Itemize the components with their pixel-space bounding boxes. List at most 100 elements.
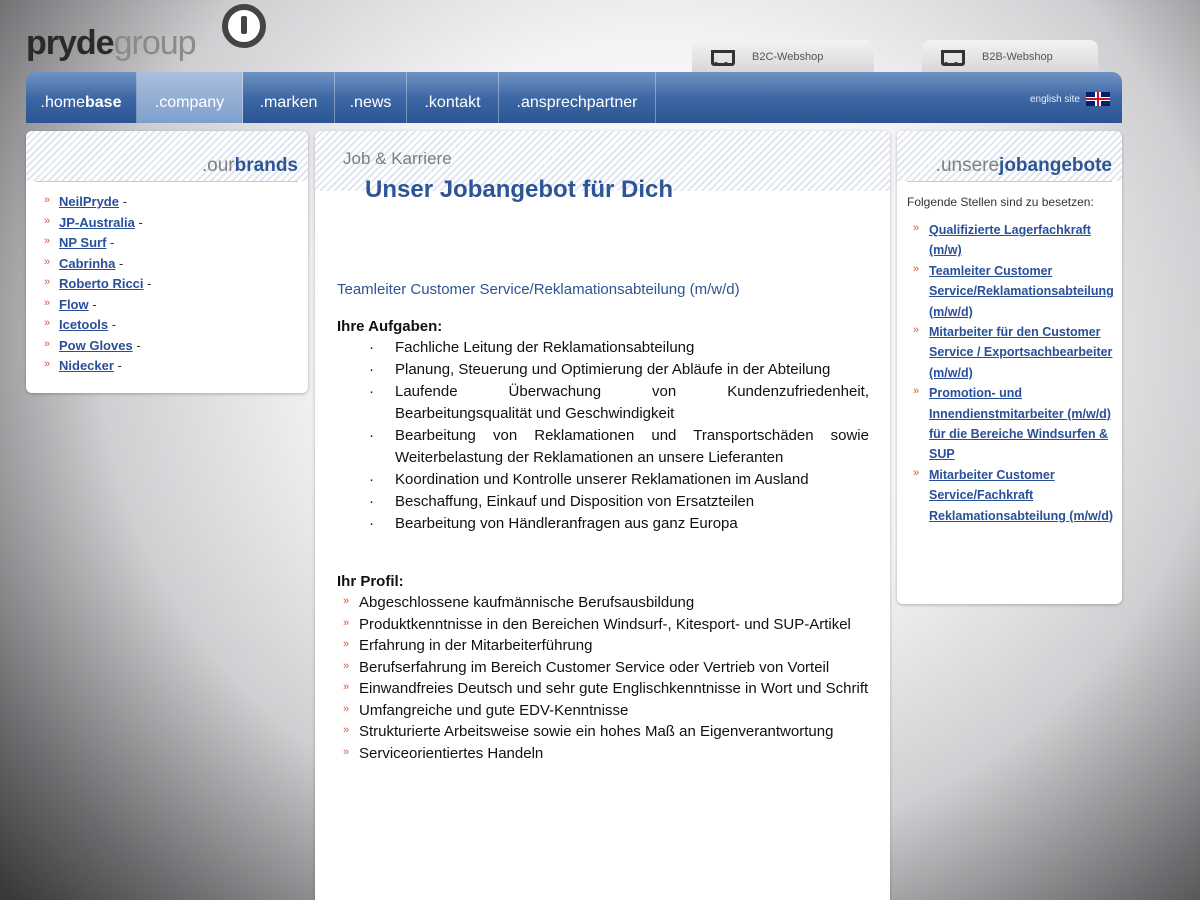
- english-site-link[interactable]: english site: [1030, 92, 1110, 106]
- list-item: Laufende Überwachung von Kundenzufrieden…: [369, 381, 869, 425]
- brand-link-pow-gloves[interactable]: Pow Gloves: [59, 338, 133, 353]
- nav-label: .kontakt: [424, 93, 481, 111]
- list-item: Produktkenntnisse in den Bereichen Winds…: [343, 613, 869, 636]
- separator: -: [115, 255, 124, 271]
- list-item: Mitarbeiter für den Customer Service / E…: [913, 320, 1122, 383]
- job-link-reklamation[interactable]: Mitarbeiter Customer Service/Fachkraft R…: [929, 468, 1113, 523]
- separator: -: [143, 276, 152, 291]
- job-link-customer-service[interactable]: Mitarbeiter für den Customer Service / E…: [929, 325, 1112, 380]
- separator: -: [118, 194, 127, 209]
- brand-link-cabrinha[interactable]: Cabrinha: [59, 256, 115, 271]
- uk-flag-icon: [1086, 92, 1110, 106]
- list-item: Bearbeitung von Händleranfragen aus ganz…: [369, 513, 869, 535]
- profile-list: Abgeschlossene kaufmännische Berufsausbi…: [343, 591, 869, 765]
- logo-pryde: pryde: [26, 24, 115, 62]
- nav-label: .company: [154, 93, 225, 111]
- english-site-label: english site: [1029, 93, 1080, 105]
- job-description: Teamleiter Customer Service/Reklamations…: [337, 281, 869, 764]
- brand-link-flow[interactable]: Flow: [59, 297, 89, 312]
- list-item: Berufserfahrung im Bereich Customer Serv…: [343, 656, 869, 679]
- list-item: JP-Australia -: [44, 211, 308, 234]
- list-item: Fachliche Leitung der Reklamationsabteil…: [369, 337, 869, 359]
- nav-label: .home: [40, 93, 85, 111]
- list-item: Serviceorientiertes Handeln: [343, 742, 869, 765]
- nav-item-kontakt[interactable]: .kontakt: [407, 72, 499, 123]
- separator: -: [106, 235, 115, 250]
- task-list: Fachliche Leitung der Reklamationsabteil…: [369, 337, 869, 535]
- list-item: Cabrinha -: [44, 252, 308, 275]
- separator: -: [108, 317, 117, 332]
- b2c-webshop-label: B2C-Webshop: [752, 51, 824, 63]
- separator: -: [88, 296, 97, 312]
- separator: -: [132, 337, 141, 353]
- nav-item-homebase[interactable]: .home base: [26, 72, 137, 123]
- list-item: Umfangreiche und gute EDV-Kenntnisse: [343, 699, 869, 722]
- list-item: Koordination und Kontrolle unserer Rekla…: [369, 469, 869, 491]
- list-item: Einwandfreies Deutsch und sehr gute Engl…: [343, 677, 869, 700]
- brand-list: NeilPryde - JP-Australia - NP Surf - Cab…: [26, 182, 308, 377]
- brands-panel: .ourbrands NeilPryde - JP-Australia - NP…: [26, 131, 308, 393]
- breadcrumb: Job & Karriere: [343, 149, 452, 168]
- job-offers-panel-header: .unserejobangebote: [897, 131, 1122, 181]
- list-item: NeilPryde -: [44, 190, 308, 213]
- shopping-cart-icon: [938, 48, 965, 66]
- b2b-webshop-label: B2B-Webshop: [982, 51, 1053, 63]
- brand-link-jp-australia[interactable]: JP-Australia: [59, 215, 135, 230]
- list-item: Erfahrung in der Mitarbeiterführung: [343, 634, 869, 657]
- title-bold: brands: [234, 155, 298, 176]
- list-item: Qualifizierte Lagerfachkraft (m/w): [913, 218, 1122, 261]
- nav-item-company[interactable]: .company: [137, 72, 243, 123]
- tasks-heading: Ihre Aufgaben:: [337, 318, 443, 335]
- list-item: Roberto Ricci -: [44, 272, 308, 295]
- list-item: Mitarbeiter Customer Service/Fachkraft R…: [913, 463, 1122, 526]
- nav-item-news[interactable]: .news: [335, 72, 407, 123]
- job-offers-panel: .unserejobangebote Folgende Stellen sind…: [897, 131, 1122, 604]
- page-title: Unser Jobangebot für Dich: [365, 176, 674, 203]
- main-nav: .home base .company .marken .news .kontak…: [26, 72, 1122, 123]
- list-item: Bearbeitung von Reklamationen und Transp…: [369, 425, 869, 469]
- list-item: NP Surf -: [44, 231, 308, 254]
- list-item: Strukturierte Arbeitsweise sowie ein hoh…: [343, 720, 869, 743]
- nav-item-marken[interactable]: .marken: [243, 72, 335, 123]
- job-link-teamleiter[interactable]: Teamleiter Customer Service/Reklamations…: [929, 264, 1114, 319]
- separator: -: [113, 358, 122, 373]
- job-offers-list: Qualifizierte Lagerfachkraft (m/w) Teaml…: [897, 212, 1122, 526]
- logo-group: group: [113, 24, 197, 62]
- list-item: Flow -: [44, 293, 308, 316]
- logo-mark-icon: [222, 4, 266, 48]
- nav-label: .news: [349, 93, 392, 111]
- site-logo[interactable]: prydegroup: [26, 4, 266, 62]
- main-content-panel: Job & Karriere Unser Jobangebot für Dich…: [315, 131, 890, 900]
- b2c-webshop-tab[interactable]: B2C-Webshop: [692, 40, 874, 74]
- list-item: Nidecker -: [44, 354, 308, 377]
- brands-panel-header: .ourbrands: [26, 131, 308, 181]
- job-link-lagerfachkraft[interactable]: Qualifizierte Lagerfachkraft (m/w): [929, 223, 1091, 257]
- list-item: Beschaffung, Einkauf und Disposition von…: [369, 491, 869, 513]
- list-item: Abgeschlossene kaufmännische Berufsausbi…: [343, 591, 869, 614]
- brand-link-icetools[interactable]: Icetools: [59, 317, 108, 332]
- profile-heading: Ihr Profil:: [337, 573, 404, 590]
- separator: -: [134, 214, 143, 230]
- list-item: Promotion- und Innendienstmitarbeiter (m…: [913, 381, 1122, 465]
- nav-item-ansprechpartner[interactable]: .ansprechpartner: [499, 72, 656, 123]
- nav-label: .ansprechpartner: [516, 93, 638, 111]
- title-bold: jobangebote: [999, 155, 1112, 176]
- list-item: Planung, Steuerung und Optimierung der A…: [369, 359, 869, 381]
- brand-link-nidecker[interactable]: Nidecker: [59, 358, 114, 373]
- b2b-webshop-tab[interactable]: B2B-Webshop: [922, 40, 1098, 74]
- nav-label: .marken: [259, 93, 318, 111]
- job-offers-intro: Folgende Stellen sind zu besetzen:: [907, 195, 1094, 209]
- title-prefix: .our: [201, 155, 235, 176]
- list-item: Pow Gloves -: [44, 334, 308, 357]
- list-item: Teamleiter Customer Service/Reklamations…: [913, 259, 1122, 322]
- shopping-cart-icon: [708, 48, 735, 66]
- brands-panel-title: .ourbrands: [202, 155, 298, 177]
- job-title: Teamleiter Customer Service/Reklamations…: [337, 281, 740, 298]
- brand-link-roberto-ricci[interactable]: Roberto Ricci: [59, 276, 144, 291]
- logo-wordmark: prydegroup: [26, 24, 197, 62]
- title-prefix: .unsere: [935, 155, 1000, 176]
- brand-link-np-surf[interactable]: NP Surf: [59, 235, 106, 250]
- brand-link-neilpryde[interactable]: NeilPryde: [59, 194, 119, 209]
- job-offers-panel-title: .unserejobangebote: [936, 155, 1112, 177]
- job-link-promotion[interactable]: Promotion- und Innendienstmitarbeiter (m…: [929, 386, 1111, 461]
